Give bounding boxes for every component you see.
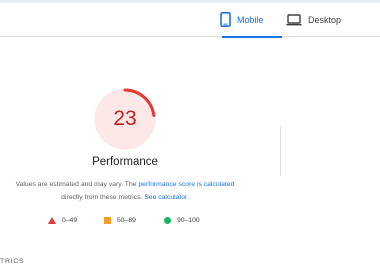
performance-description: Values are estimated and may vary. The p… [0,178,250,204]
phone-icon [220,12,231,27]
legend-poor: 0–49 [48,214,77,226]
tab-desktop-label: Desktop [308,14,342,25]
performance-gauge: 23 [94,88,156,150]
legend-average-label: 50–89 [117,216,136,224]
tab-mobile[interactable]: Mobile [220,3,282,36]
performance-score: 23 [113,107,137,130]
see-calculator-link[interactable]: See calculator. [144,194,189,201]
triangle-icon [48,216,56,224]
desc-prefix: Values are estimated and may vary. The [15,181,139,188]
square-icon [104,216,111,224]
tab-mobile-label: Mobile [237,14,264,25]
legend-poor-label: 0–49 [62,216,78,224]
selected-tab-indicator [222,36,282,38]
pagespeed-report: Mobile Desktop 23 Performance Values are… [0,0,380,265]
performance-title: Performance [92,156,158,168]
vertical-divider [280,126,281,176]
laptop-icon [286,13,302,26]
legend-average: 50–89 [104,214,136,226]
metrics-heading: TRICS [0,258,25,265]
performance-score-link[interactable]: performance score is calculated [138,181,234,188]
device-tabs: Mobile Desktop [0,3,380,38]
desc-middle: directly from these metrics. [61,194,145,201]
legend-good-label: 90–100 [177,216,200,224]
circle-icon [164,216,171,224]
tab-desktop[interactable]: Desktop [286,3,348,36]
legend-good: 90–100 [164,214,200,226]
